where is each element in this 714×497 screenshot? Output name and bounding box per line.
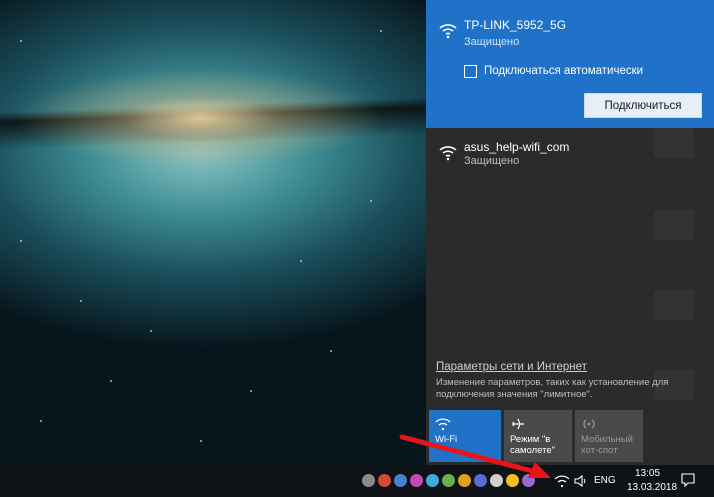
network-status: Защищено bbox=[464, 155, 520, 167]
wifi-signal-icon bbox=[439, 146, 457, 161]
auto-connect-row[interactable]: Подключаться автоматически bbox=[464, 62, 643, 80]
connect-button[interactable]: Подключиться bbox=[584, 93, 702, 118]
wifi-signal-icon bbox=[439, 24, 457, 39]
quick-action-wifi[interactable]: Wi-Fi bbox=[429, 410, 501, 462]
tray-app-icon[interactable] bbox=[458, 474, 471, 487]
background-ghost bbox=[654, 128, 694, 158]
network-status: Защищено bbox=[464, 36, 520, 48]
hotspot-icon bbox=[583, 419, 595, 429]
quick-action-airplane[interactable]: Режим "в самолете" bbox=[504, 410, 572, 462]
background-ghost bbox=[654, 290, 694, 320]
network-name: TP-LINK_5952_5G bbox=[464, 18, 567, 32]
network-tray-icon[interactable] bbox=[554, 473, 570, 489]
tray-app-icon[interactable] bbox=[490, 474, 503, 487]
wifi-icon bbox=[435, 418, 451, 431]
volume-icon[interactable] bbox=[573, 473, 589, 489]
network-settings-description: Изменение параметров, таких как установл… bbox=[436, 377, 669, 400]
quick-action-label: Режим "в самолете" bbox=[510, 434, 556, 456]
tray-app-icon[interactable] bbox=[522, 474, 535, 487]
tray-app-icon[interactable] bbox=[506, 474, 519, 487]
network-name: asus_help-wifi_com bbox=[464, 140, 570, 154]
tray-app-icon[interactable] bbox=[394, 474, 407, 487]
network-item-tp-link[interactable]: TP-LINK_5952_5G Защищено Подключаться ав… bbox=[426, 0, 714, 128]
tray-app-icon[interactable] bbox=[378, 474, 391, 487]
background-ghost bbox=[654, 210, 694, 240]
quick-action-label: Мобильный хот-спот bbox=[581, 434, 633, 456]
tray-app-icon[interactable] bbox=[410, 474, 423, 487]
tray-app-icon[interactable] bbox=[474, 474, 487, 487]
tray-app-icon[interactable] bbox=[442, 474, 455, 487]
tray-app-icon[interactable] bbox=[362, 474, 375, 487]
network-settings-link[interactable]: Параметры сети и Интернет bbox=[436, 361, 587, 373]
notifications-icon[interactable] bbox=[680, 472, 696, 488]
quick-action-label: Wi-Fi bbox=[435, 434, 458, 445]
auto-connect-checkbox[interactable] bbox=[464, 64, 477, 78]
airplane-icon bbox=[512, 418, 524, 430]
network-flyout: TP-LINK_5952_5G Защищено Подключаться ав… bbox=[426, 0, 714, 465]
clock-time[interactable]: 13:05 bbox=[635, 468, 660, 479]
quick-action-hotspot[interactable]: Мобильный хот-спот bbox=[575, 410, 643, 462]
auto-connect-label: Подключаться автоматически bbox=[484, 65, 644, 77]
clock-date[interactable]: 13.03.2018 bbox=[627, 482, 677, 493]
language-indicator[interactable]: ENG bbox=[594, 475, 616, 486]
tray-app-icon[interactable] bbox=[426, 474, 439, 487]
